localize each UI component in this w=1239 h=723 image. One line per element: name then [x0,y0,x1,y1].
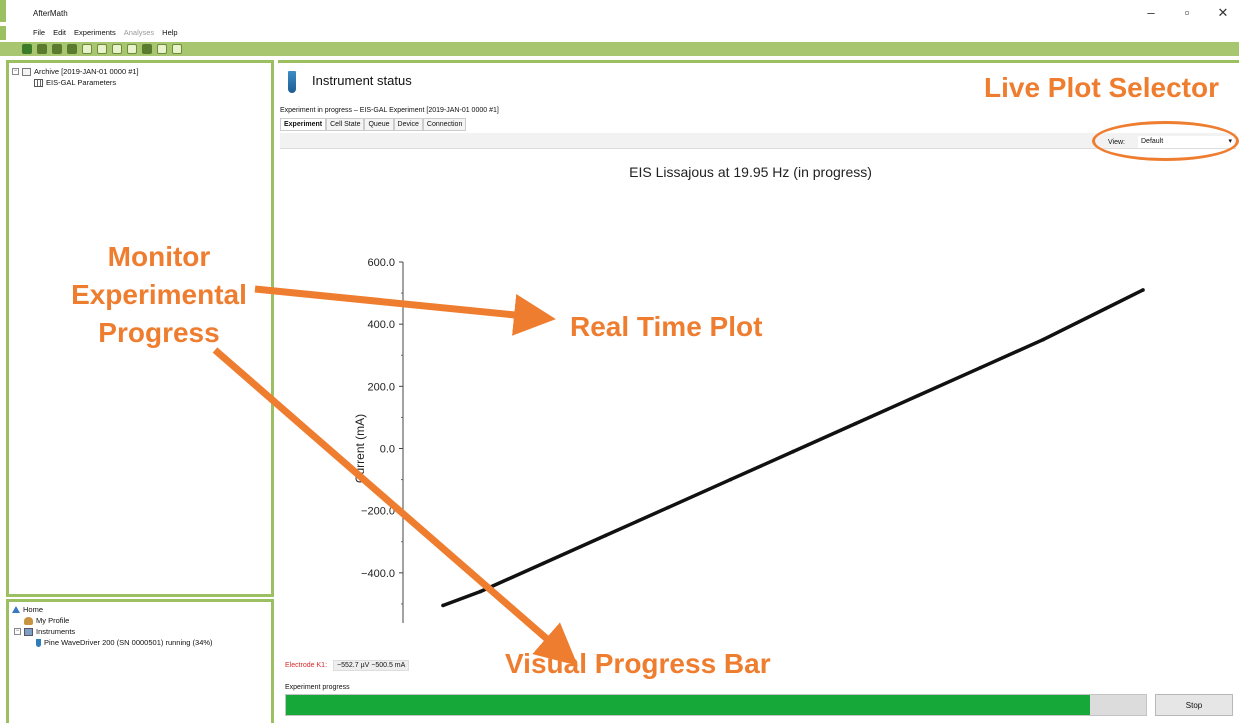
annotation-monitor: Monitor Experimental Progress [71,241,247,348]
arrow-to-progress [212,347,578,666]
arrow-to-plot [254,285,556,336]
annotation-visual-progress-bar: Visual Progress Bar [505,648,771,679]
annotation-arrows [212,285,578,666]
annotation-real-time-plot: Real Time Plot [570,311,763,342]
annotation-live-plot-selector: Live Plot Selector [984,72,1219,103]
